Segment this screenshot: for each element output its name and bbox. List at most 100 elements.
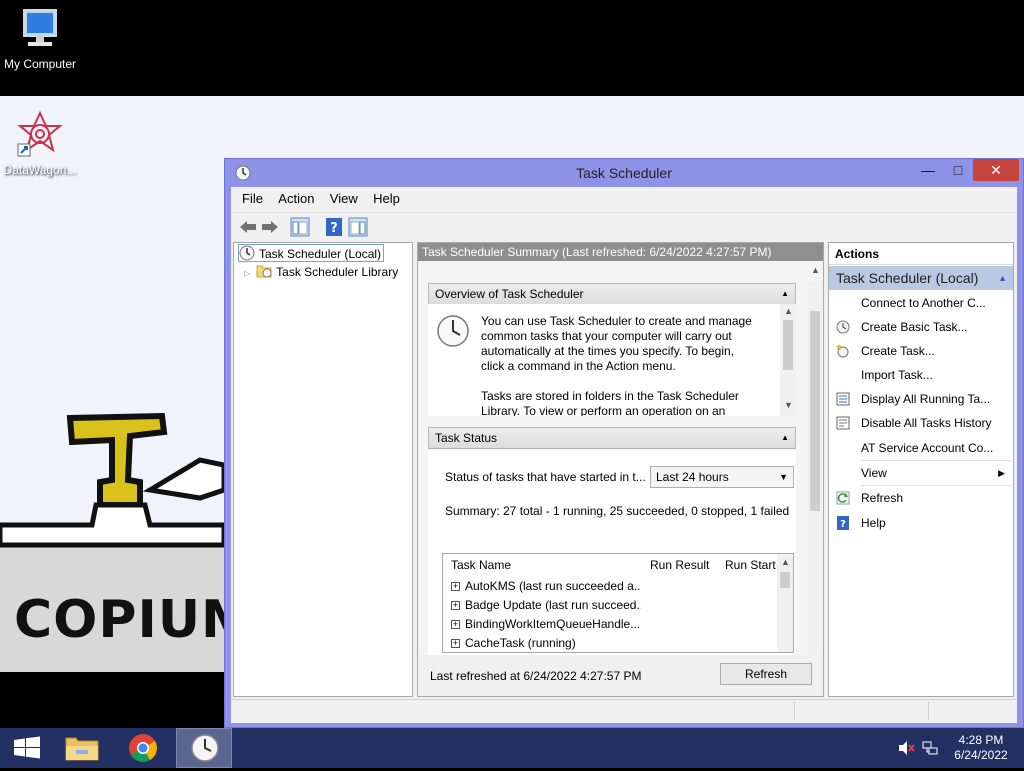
task-row[interactable]: + CacheTask (running) [451,634,641,653]
overview-text-1: You can use Task Scheduler to create and… [481,314,752,373]
task-list: Task Name Run Result Run Start + AutoKMS … [442,553,794,653]
overview-scrollbar[interactable]: ▲ ▼ [780,304,796,416]
action-create-task[interactable]: Create Task... [829,339,1013,363]
collapse-icon[interactable]: ▲ [781,428,789,448]
scroll-thumb[interactable] [810,311,820,511]
task-status-section-title: Task Status [435,431,498,445]
action-import-task[interactable]: Import Task... [829,363,1013,387]
column-header-run-start[interactable]: Run Start [725,554,776,576]
tree-item-label: Task Scheduler (Local) [259,247,382,261]
action-display-all-running-tasks[interactable]: Display All Running Ta... [829,387,1013,411]
tree-item-task-scheduler-library[interactable]: ▷ Task Scheduler Library [244,263,398,281]
show-hide-console-tree-icon[interactable] [289,216,311,238]
start-button[interactable] [0,728,56,768]
menu-bar: File Action View Help [231,187,1017,211]
collapse-icon[interactable]: ▲ [781,284,789,304]
help-icon[interactable]: ? [323,216,345,238]
desktop-icon-datawagon[interactable]: DataWagon... [0,110,80,177]
action-label: Display All Running Ta... [861,392,991,406]
show-hide-action-pane-icon[interactable] [347,216,369,238]
minimize-button[interactable]: — [913,159,943,181]
action-label: View [861,466,887,480]
action-label: Create Task... [861,344,935,358]
expand-plus-icon[interactable]: + [451,582,460,592]
action-label: Disable All Tasks History [861,416,992,430]
taskbar-clock[interactable]: 4:28 PM 6/24/2022 [946,733,1016,763]
actions-group-header[interactable]: Task Scheduler (Local) ▲ [829,266,1013,290]
scroll-thumb[interactable] [780,572,790,588]
action-disable-all-tasks-history[interactable]: Disable All Tasks History [829,411,1013,435]
taskbar-task-scheduler[interactable] [176,728,232,768]
status-bar-divider [928,702,929,720]
action-create-basic-task[interactable]: Create Basic Task... [829,315,1013,339]
action-refresh[interactable]: Refresh [829,486,1013,510]
task-status-section-header[interactable]: Task Status ▲ [428,427,796,449]
action-label: AT Service Account Co... [861,441,994,455]
maximize-button[interactable]: □ [943,159,973,181]
dropdown-value: Last 24 hours [656,470,729,484]
action-connect-to-another-computer[interactable]: Connect to Another C... [829,291,1013,315]
summary-pane: Task Scheduler Summary (Last refreshed: … [417,242,824,697]
refresh-button[interactable]: Refresh [720,663,812,685]
datawagon-icon [17,110,63,157]
taskbar: 4:28 PM 6/24/2022 [0,728,1024,768]
action-label: Import Task... [861,368,933,382]
scroll-up-icon[interactable]: ▲ [781,557,790,567]
overview-section-header[interactable]: Overview of Task Scheduler ▲ [428,283,796,305]
task-row-label: Badge Update (last run succeed... [465,598,641,612]
task-row-label: AutoKMS (last run succeeded a... [465,579,641,593]
expand-plus-icon[interactable]: + [451,601,460,611]
menu-action[interactable]: Action [272,187,320,206]
menu-view[interactable]: View [324,187,364,206]
action-view[interactable]: View ▶ [829,461,1013,485]
console-tree: Task Scheduler (Local) ▷ Task Scheduler L… [233,242,413,697]
task-row[interactable]: + BindingWorkItemQueueHandle... [451,615,641,634]
wallpaper-text: COPIUM [14,590,224,650]
task-list-header: Task Name Run Result Run Start [443,554,793,576]
summary-scrollbar[interactable]: ▲ ▼ [808,265,822,671]
desktop-icon-label: DataWagon... [3,163,77,177]
collapse-icon[interactable]: ▲ [998,266,1007,290]
back-arrow-icon[interactable] [237,216,259,238]
taskbar-file-explorer[interactable] [54,728,110,768]
window-client-area: File Action View Help ? Task Scheduler (… [231,187,1017,723]
scroll-up-icon[interactable]: ▲ [784,306,793,316]
scroll-thumb[interactable] [783,320,793,370]
last-refreshed-text: Last refreshed at 6/24/2022 4:27:57 PM [430,669,642,683]
network-icon[interactable] [921,740,939,756]
column-header-run-result[interactable]: Run Result [650,554,709,576]
desktop-icon-my-computer[interactable]: My Computer [0,8,80,71]
close-button[interactable]: ✕ [973,159,1019,181]
task-row[interactable]: + Badge Update (last run succeed... [451,596,641,615]
status-bar [231,699,1017,721]
speaker-muted-icon[interactable] [897,740,915,756]
expand-arrow-icon[interactable]: ▷ [244,269,250,278]
tree-item-task-scheduler-local[interactable]: Task Scheduler (Local) [238,244,385,262]
menu-file[interactable]: File [236,187,269,206]
task-row[interactable]: + AutoKMS (last run succeeded a... [451,577,641,596]
clock-icon [239,245,255,261]
window-titlebar[interactable]: Task Scheduler — □ ✕ [225,159,1023,187]
action-at-service-account-config[interactable]: AT Service Account Co... [829,436,1013,460]
expand-plus-icon[interactable]: + [451,620,460,630]
scroll-down-icon[interactable]: ▼ [784,400,793,410]
clock-star-icon [836,344,849,358]
action-label: Create Basic Task... [861,320,968,334]
action-help[interactable]: ? Help [829,511,1013,535]
column-header-task-name[interactable]: Task Name [451,554,511,576]
overview-section: You can use Task Scheduler to create and… [428,304,796,416]
task-list-scrollbar[interactable]: ▲ [777,554,793,652]
overview-text-2: Tasks are stored in folders in the Task … [481,389,739,416]
status-period-dropdown[interactable]: Last 24 hours ▼ [650,466,794,488]
menu-help[interactable]: Help [367,187,406,206]
window-title: Task Scheduler [576,165,672,181]
svg-text:?: ? [330,221,338,236]
actions-group-label: Task Scheduler (Local) [836,270,979,286]
help-icon: ? [837,516,849,530]
forward-arrow-icon[interactable] [259,216,281,238]
overview-section-title: Overview of Task Scheduler [435,287,584,301]
taskbar-chrome[interactable] [115,728,171,768]
scroll-up-icon[interactable]: ▲ [811,265,820,275]
expand-plus-icon[interactable]: + [451,639,460,649]
folder-icon [65,737,99,761]
